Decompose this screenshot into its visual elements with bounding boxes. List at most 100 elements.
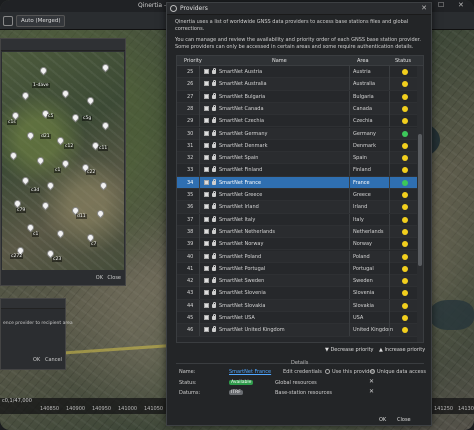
enable-checkbox[interactable] <box>204 241 209 247</box>
map-pin-icon[interactable] <box>20 175 31 186</box>
provider-name-cell: SmartNet USA <box>219 315 255 321</box>
enable-checkbox[interactable] <box>204 228 209 234</box>
column-separator <box>349 312 350 324</box>
column-separator <box>389 176 390 189</box>
map-pin-icon[interactable] <box>95 208 106 219</box>
table-row[interactable]: 26 SmartNet Australia Australia <box>177 78 417 91</box>
processing-mode-select[interactable]: Auto (Merged) <box>16 15 66 27</box>
table-scrollbar[interactable] <box>417 66 423 342</box>
priority-cell: 26 <box>187 81 194 88</box>
column-priority[interactable]: Priority <box>184 58 202 64</box>
enable-checkbox[interactable] <box>204 118 209 124</box>
increase-priority-button[interactable]: ▲ Increase priority <box>379 347 425 353</box>
enable-checkbox[interactable] <box>204 278 209 284</box>
scrollbar-thumb[interactable] <box>418 134 422 266</box>
ok-button[interactable]: OK <box>379 417 386 423</box>
edit-credentials-button[interactable]: Edit credentials <box>283 369 322 375</box>
enable-checkbox[interactable] <box>204 130 209 136</box>
column-name[interactable]: Name <box>272 58 287 64</box>
table-row[interactable]: 43 SmartNet Slovenia Slovenia <box>177 287 417 300</box>
table-row[interactable]: 35 SmartNet Greece Greece <box>177 189 417 202</box>
map-pin-icon[interactable] <box>100 120 111 131</box>
table-row[interactable]: 29 SmartNet Czechia Czechia <box>177 115 417 128</box>
column-separator <box>389 164 390 177</box>
map-pin-icon[interactable] <box>98 180 109 191</box>
table-row[interactable]: 33 SmartNet Finland Finland <box>177 164 417 177</box>
enable-checkbox[interactable] <box>204 216 209 222</box>
close-icon[interactable]: ✕ <box>458 1 464 9</box>
enable-checkbox[interactable] <box>204 93 209 99</box>
close-icon[interactable]: ✕ <box>421 4 427 12</box>
priority-cell: 30 <box>187 130 194 137</box>
table-row[interactable]: 44 SmartNet Slovakia Slovakia <box>177 299 417 312</box>
table-row[interactable]: 37 SmartNet Italy Italy <box>177 213 417 226</box>
table-row[interactable]: 40 SmartNet Poland Poland <box>177 250 417 263</box>
table-row[interactable]: 25 SmartNet Austria Austria <box>177 66 417 79</box>
close-button[interactable]: Close <box>397 417 411 423</box>
table-row[interactable]: 36 SmartNet Irland Irland <box>177 201 417 214</box>
map-pin-icon[interactable] <box>8 150 19 161</box>
cancel-button[interactable]: Cancel <box>45 357 62 363</box>
table-row[interactable]: 34 SmartNet France France <box>177 176 417 189</box>
map-pin-icon[interactable] <box>55 228 66 239</box>
table-row[interactable]: 45 SmartNet USA USA <box>177 312 417 325</box>
use-provider-checkbox[interactable] <box>325 369 330 374</box>
enable-checkbox[interactable] <box>204 69 209 74</box>
table-row[interactable]: 28 SmartNet Canada Canada <box>177 102 417 116</box>
layers-icon[interactable] <box>3 16 13 26</box>
table-row[interactable]: 41 SmartNet Portugal Portugal <box>177 262 417 276</box>
map-pin-icon[interactable] <box>60 158 71 169</box>
ruler-tick: 141300 <box>458 406 474 412</box>
table-row[interactable]: 30 SmartNet Germany Germany <box>177 127 417 140</box>
map-pin-icon[interactable] <box>10 110 21 121</box>
map-pin-icon[interactable] <box>100 62 111 73</box>
map-pin-icon[interactable] <box>45 180 56 191</box>
base-stations-map[interactable]: 1-dave c1s c5 c5g d21 c12 c11 c1 c22 c3d… <box>2 52 124 270</box>
map-pin-icon[interactable] <box>20 90 31 101</box>
table-row[interactable]: 27 SmartNet Bulgaria Bulgaria <box>177 90 417 103</box>
table-row[interactable]: 42 SmartNet Sweden Sweden <box>177 275 417 288</box>
pin-label: c11 <box>98 146 109 151</box>
enable-checkbox[interactable] <box>204 265 209 271</box>
ok-button[interactable]: OK <box>96 275 103 281</box>
map-pin-icon[interactable] <box>60 88 71 99</box>
map-pin-icon[interactable] <box>25 130 36 141</box>
enable-checkbox[interactable] <box>204 204 209 210</box>
unique-data-access-checkbox[interactable] <box>370 369 375 374</box>
small-dialog: ence provider to recipient area OK Cance… <box>0 298 73 370</box>
enable-checkbox[interactable] <box>204 105 209 111</box>
enable-checkbox[interactable] <box>204 167 209 173</box>
map-pin-icon[interactable] <box>85 95 96 106</box>
map-pin-icon[interactable] <box>70 112 81 123</box>
enable-checkbox[interactable] <box>204 81 209 87</box>
enable-checkbox[interactable] <box>204 192 209 197</box>
ok-button[interactable]: OK <box>33 357 40 363</box>
map-pin-icon[interactable] <box>38 65 49 76</box>
map-pin-icon[interactable] <box>85 232 96 243</box>
table-row[interactable]: 32 SmartNet Spain Spain <box>177 152 417 165</box>
column-status[interactable]: Status <box>395 58 411 64</box>
map-pin-icon[interactable] <box>25 222 36 233</box>
close-button[interactable]: Close <box>107 275 121 281</box>
decrease-priority-button[interactable]: ▼ Decrease priority <box>325 347 374 353</box>
map-pin-icon[interactable] <box>40 200 51 211</box>
map-pin-icon[interactable] <box>12 198 23 209</box>
column-separator <box>389 102 390 115</box>
enable-checkbox[interactable] <box>204 142 209 148</box>
column-area[interactable]: Area <box>357 58 369 64</box>
column-separator <box>349 275 350 288</box>
enable-checkbox[interactable] <box>204 302 209 308</box>
table-row[interactable]: 38 SmartNet Netherlands Netherlands <box>177 225 417 239</box>
table-row[interactable]: 46 SmartNet United Kingdom United Kingdom <box>177 324 417 337</box>
enable-checkbox[interactable] <box>204 179 209 185</box>
enable-checkbox[interactable] <box>204 155 209 161</box>
enable-checkbox[interactable] <box>204 253 209 259</box>
enable-checkbox[interactable] <box>204 327 209 333</box>
provider-name-link[interactable]: SmartNet France <box>229 369 271 375</box>
map-pin-icon[interactable] <box>35 155 46 166</box>
maximize-icon[interactable]: ☐ <box>438 1 444 9</box>
table-row[interactable]: 39 SmartNet Norway Norway <box>177 238 417 251</box>
table-row[interactable]: 31 SmartNet Denmark Denmark <box>177 139 417 153</box>
enable-checkbox[interactable] <box>204 290 209 296</box>
enable-checkbox[interactable] <box>204 315 209 320</box>
